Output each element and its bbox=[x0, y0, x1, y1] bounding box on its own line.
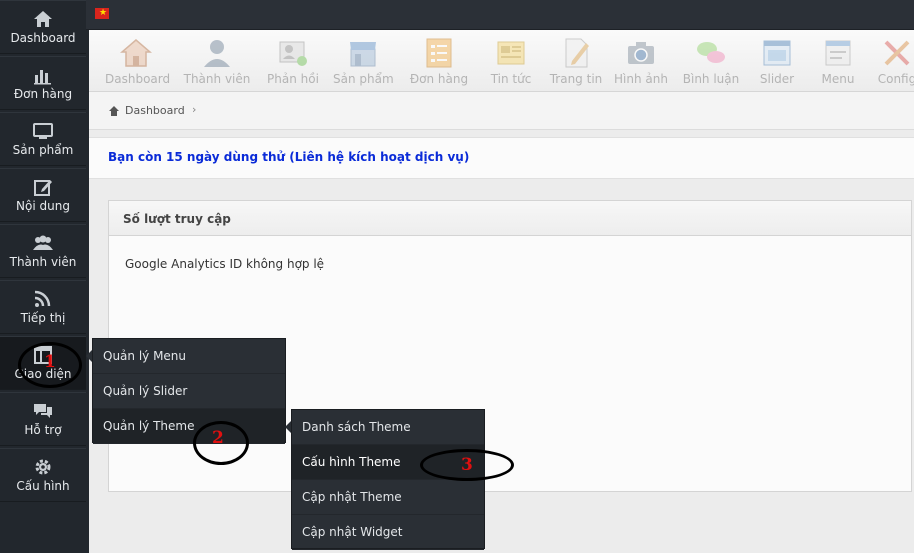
analytics-message: Google Analytics ID không hợp lệ bbox=[125, 257, 325, 271]
camera-icon bbox=[628, 42, 654, 64]
toolbar-config[interactable]: Config bbox=[877, 37, 914, 89]
toolbar-pages[interactable]: Trang tin bbox=[545, 37, 607, 89]
sidebar-item-members[interactable]: Thành viên bbox=[0, 224, 86, 278]
sidebar-item-label: Sản phẩm bbox=[12, 143, 74, 157]
rss-icon bbox=[34, 290, 51, 307]
home-small-icon[interactable] bbox=[109, 106, 119, 116]
interface-submenu: Quản lý Menu Quản lý Slider Quản lý Them… bbox=[92, 338, 286, 444]
menu-item-theme-list[interactable]: Danh sách Theme bbox=[292, 410, 484, 445]
sidebar-item-label: Cấu hình bbox=[16, 479, 70, 493]
bar-chart-icon bbox=[34, 70, 51, 85]
chat-icon bbox=[34, 404, 52, 418]
store-icon bbox=[350, 42, 376, 67]
menu-item-manage-theme[interactable]: Quản lý Theme bbox=[93, 409, 285, 444]
breadcrumb: Dashboard › bbox=[89, 92, 914, 130]
panel-header: Số lượt truy cập bbox=[109, 201, 911, 236]
annotation-number-3: 3 bbox=[461, 455, 473, 475]
user-icon bbox=[204, 40, 230, 67]
annotation-number-2: 2 bbox=[212, 428, 224, 448]
toolbar-members[interactable]: Thành viên bbox=[183, 37, 251, 89]
toolbar-slider[interactable]: Slider bbox=[757, 37, 797, 89]
panel-title: Số lượt truy cập bbox=[123, 212, 231, 226]
annotation-number-1: 1 bbox=[44, 352, 56, 372]
menu-item-theme-update[interactable]: Cập nhật Theme bbox=[292, 480, 484, 515]
toolbar-orders[interactable]: Đơn hàng bbox=[408, 37, 470, 89]
home-icon bbox=[34, 11, 52, 27]
sidebar-item-marketing[interactable]: Tiếp thị bbox=[0, 280, 86, 334]
toolbar-news[interactable]: Tin tức bbox=[483, 37, 539, 89]
toolbar-products[interactable]: Sản phẩm bbox=[333, 37, 394, 89]
sidebar-item-label: Hỗ trợ bbox=[24, 423, 62, 437]
toolbar-feedback[interactable]: Phản hồi bbox=[265, 37, 321, 89]
news-icon bbox=[497, 41, 525, 65]
menu-icon bbox=[825, 40, 851, 66]
quick-toolbar: Dashboard Thành viên Phản hồi Sản phẩm Đ… bbox=[89, 30, 914, 92]
breadcrumb-dashboard-link[interactable]: Dashboard bbox=[125, 104, 185, 117]
monitor-icon bbox=[33, 123, 53, 139]
sidebar-item-label: Nội dung bbox=[16, 199, 70, 213]
sidebar-item-label: Tiếp thị bbox=[20, 311, 66, 325]
breadcrumb-separator: › bbox=[192, 103, 197, 116]
menu-item-manage-menu[interactable]: Quản lý Menu bbox=[93, 339, 285, 374]
comments-icon bbox=[697, 42, 725, 63]
edit-icon bbox=[34, 180, 52, 196]
menu-item-widget-update[interactable]: Cập nhật Widget bbox=[292, 515, 484, 550]
toolbar-images[interactable]: Hình ảnh bbox=[613, 37, 669, 89]
sidebar-item-label: Thành viên bbox=[9, 255, 77, 269]
house-icon bbox=[120, 39, 152, 67]
toolbar-dashboard[interactable]: Dashboard bbox=[105, 37, 170, 89]
users-icon bbox=[33, 235, 53, 250]
sidebar-item-products[interactable]: Sản phẩm bbox=[0, 112, 86, 166]
trial-notice-text[interactable]: Bạn còn 15 ngày dùng thử (Liên hệ kích h… bbox=[108, 150, 469, 164]
sidebar: Dashboard Đơn hàng Sản phẩm Nội dung Thà… bbox=[0, 0, 86, 553]
sidebar-item-settings[interactable]: Cấu hình bbox=[0, 448, 86, 502]
sidebar-item-dashboard[interactable]: Dashboard bbox=[0, 0, 86, 54]
sidebar-item-support[interactable]: Hỗ trợ bbox=[0, 392, 86, 446]
order-list-icon bbox=[426, 38, 452, 68]
top-bar: ★ bbox=[86, 0, 914, 30]
toolbar-menu[interactable]: Menu bbox=[818, 37, 858, 89]
sidebar-item-label: Đơn hàng bbox=[13, 87, 73, 101]
vietnam-flag-icon[interactable]: ★ bbox=[95, 8, 109, 19]
feedback-icon bbox=[279, 41, 307, 66]
toolbar-comments[interactable]: Bình luận bbox=[682, 37, 740, 89]
tools-icon bbox=[884, 40, 910, 66]
page-icon bbox=[565, 38, 589, 68]
slider-icon bbox=[763, 40, 791, 66]
gear-icon bbox=[35, 459, 51, 475]
sidebar-item-label: Dashboard bbox=[10, 31, 76, 45]
sidebar-item-content[interactable]: Nội dung bbox=[0, 168, 86, 222]
sidebar-item-orders[interactable]: Đơn hàng bbox=[0, 56, 86, 110]
menu-item-manage-slider[interactable]: Quản lý Slider bbox=[93, 374, 285, 409]
trial-notice: Bạn còn 15 ngày dùng thử (Liên hệ kích h… bbox=[89, 137, 914, 179]
